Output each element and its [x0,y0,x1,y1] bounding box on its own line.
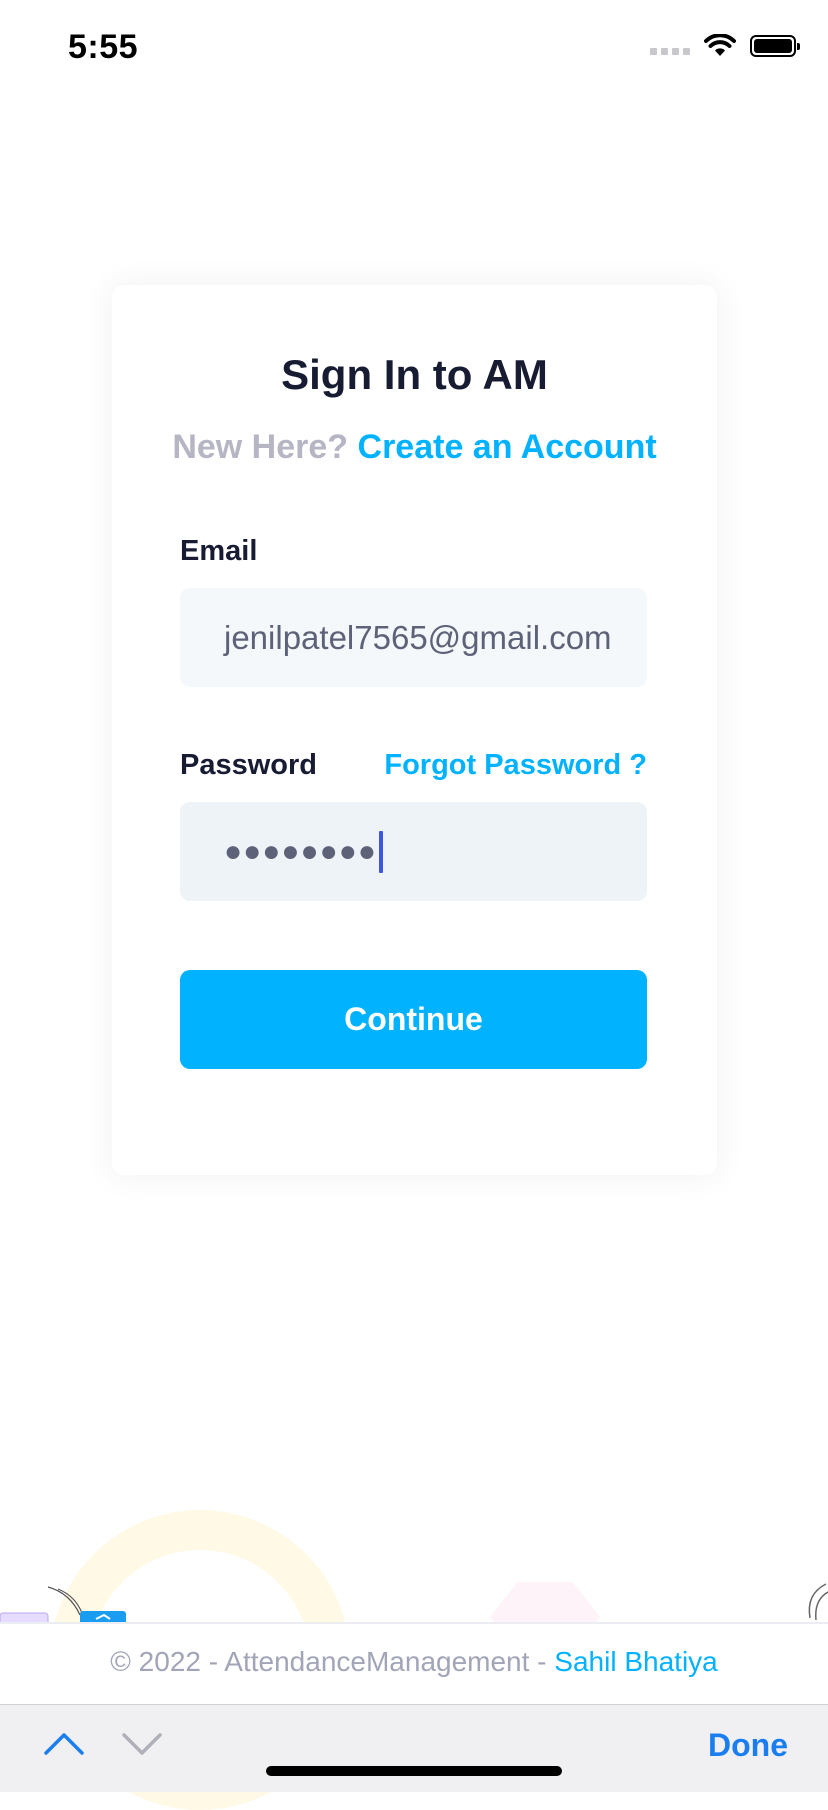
create-account-link[interactable]: Create an Account [358,428,657,466]
continue-button[interactable]: Continue [180,970,647,1069]
email-value: jenilpatel7565@gmail.com [224,618,612,656]
home-indicator [266,1766,562,1776]
wifi-icon [704,34,736,56]
forgot-password-link[interactable]: Forgot Password ? [384,749,647,782]
decorative-illustration-right [808,1583,828,1621]
new-here-text: New Here? [172,428,349,466]
done-button[interactable]: Done [708,1727,788,1764]
next-field-chevron-down-icon[interactable] [120,1729,164,1759]
battery-icon [750,35,800,57]
decorative-illustration-left [0,1586,126,1625]
footer-text: © 2022 - AttendanceManagement - Sahil Bh… [0,1646,828,1678]
keyboard-accessory-toolbar: Done [0,1704,828,1792]
page-title: Sign In to AM [281,351,548,398]
password-masked-value: ●●●●●●●● [224,834,377,868]
footer: © 2022 - AttendanceManagement - Sahil Bh… [0,1622,828,1704]
previous-field-chevron-up-icon[interactable] [42,1729,86,1759]
text-caret [378,830,383,873]
create-account-prompt: New Here? Create an Account [112,428,717,467]
copyright-text: © 2022 - AttendanceManagement - [110,1646,555,1677]
cellular-signal-icon [650,47,690,55]
email-label: Email [180,535,258,567]
password-field[interactable]: ●●●●●●●● [180,802,647,901]
sign-in-card: Sign In to AM New Here? Create an Accoun… [112,285,717,1175]
author-link[interactable]: Sahil Bhatiya [554,1646,717,1677]
status-bar: 5:55 [0,0,828,100]
password-label: Password [180,749,317,781]
email-field[interactable]: jenilpatel7565@gmail.com [180,588,647,687]
status-icons [650,34,800,58]
status-time: 5:55 [68,28,139,66]
